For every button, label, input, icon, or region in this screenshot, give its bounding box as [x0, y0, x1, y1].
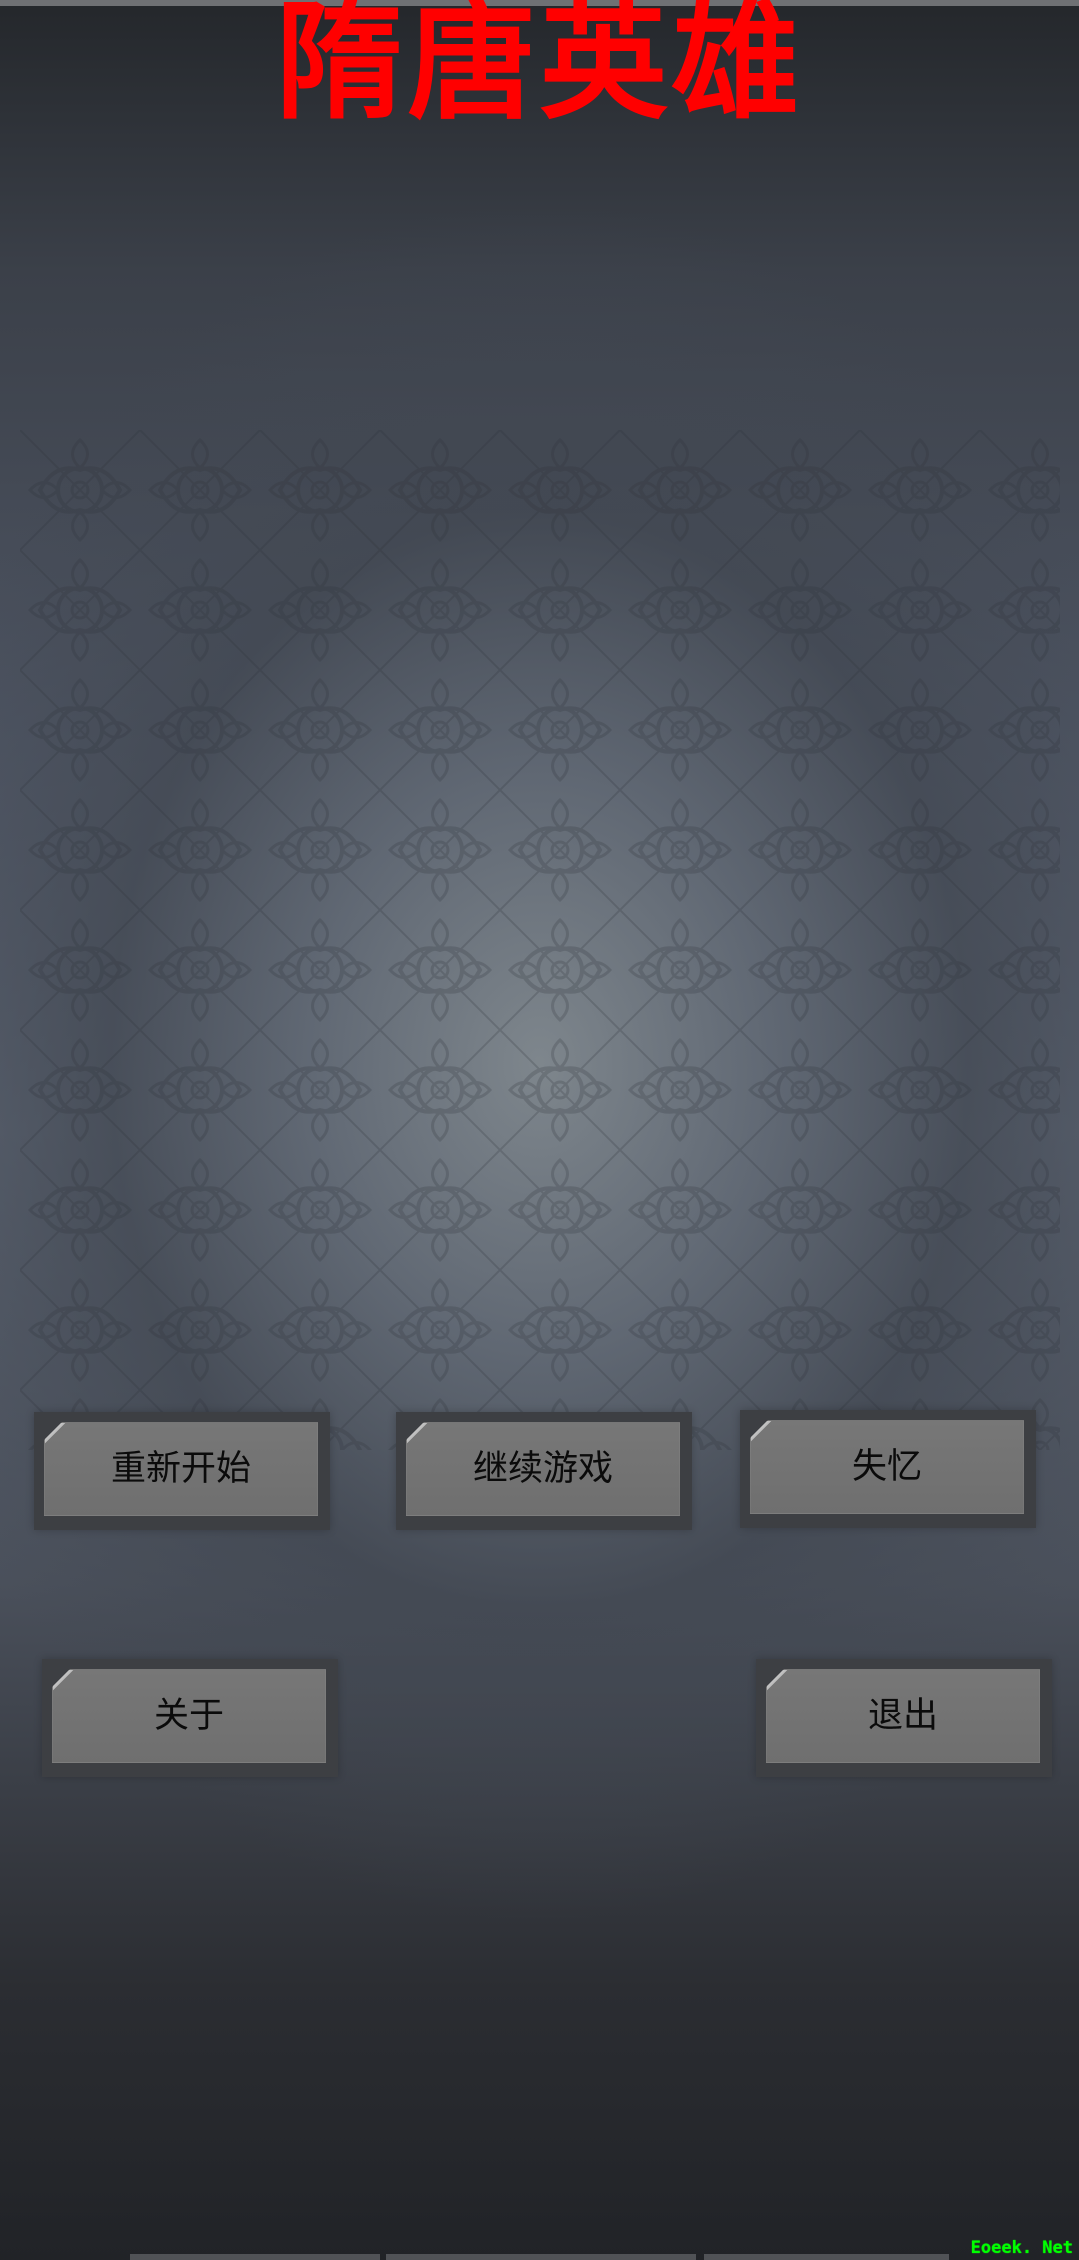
continue-game-button[interactable]: 继续游戏: [396, 1412, 692, 1530]
amnesia-button[interactable]: 失忆: [740, 1410, 1036, 1528]
about-button-label: 关于: [52, 1669, 326, 1763]
restart-button-label: 重新开始: [44, 1422, 318, 1516]
restart-button[interactable]: 重新开始: [34, 1412, 330, 1530]
game-title: 隋唐英雄: [275, 0, 804, 137]
about-button[interactable]: 关于: [42, 1659, 338, 1777]
exit-button-label: 退出: [766, 1669, 1040, 1763]
continue-game-button-label: 继续游戏: [406, 1422, 680, 1516]
auspicious-cloud-pattern: [20, 430, 1060, 1450]
amnesia-button-label: 失忆: [750, 1420, 1024, 1514]
bottom-edge-bars: [0, 2252, 1079, 2260]
exit-button[interactable]: 退出: [756, 1659, 1052, 1777]
